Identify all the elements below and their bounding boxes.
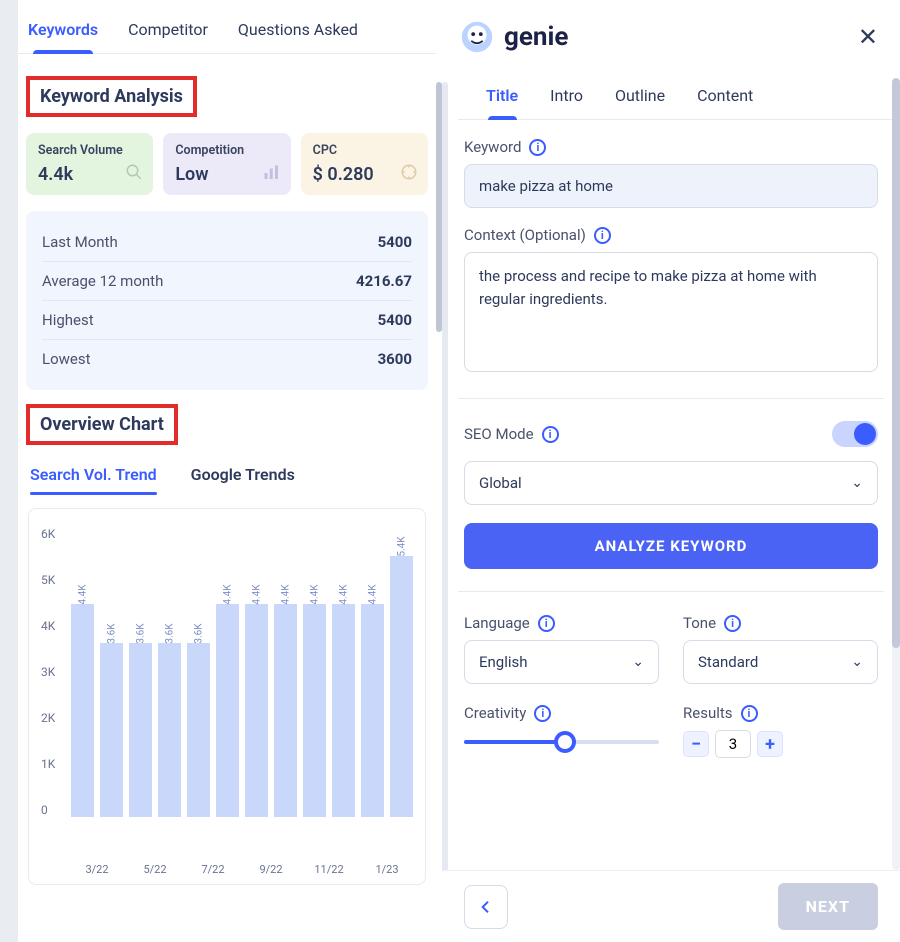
back-button[interactable] [464,885,508,929]
chart-y-axis: 6K5K4K3K2K1K0 [41,527,71,817]
tab-intro[interactable]: Intro [548,80,585,119]
bar-chart-icon [263,165,281,185]
chart-subtabs: Search Vol. Trend Google Trends [26,451,428,494]
stats-panel: Last Month5400 Average 12 month4216.67 H… [26,211,428,390]
info-icon[interactable]: i [741,705,758,722]
chart-x-axis: 3/225/227/229/2211/221/23 [71,863,413,876]
chart-bar: 4.4K [274,604,297,817]
seo-mode-label: SEO Mode i [464,425,559,443]
tab-competitor[interactable]: Competitor [126,14,210,53]
region-select[interactable]: Global ⌄ [464,461,878,505]
search-volume-chart: 6K5K4K3K2K1K0 4.4K3.6K3.6K3.6K3.6K4.4K4.… [28,508,426,885]
stat-row: Average 12 month4216.67 [42,262,412,301]
left-panel: Keywords Competitor Questions Asked Keyw… [18,0,442,942]
tab-outline[interactable]: Outline [613,80,667,119]
divider [458,591,884,592]
left-gutter [0,0,18,942]
divider [458,398,884,399]
tab-questions-asked[interactable]: Questions Asked [236,14,360,53]
chart-bar: 5.4K [390,556,413,817]
analyze-keyword-button[interactable]: ANALYZE KEYWORD [464,523,878,569]
search-icon [125,163,143,185]
keyword-label: Keyword i [464,138,878,156]
stepper-minus-button[interactable]: − [683,731,709,757]
chart-bar: 4.4K [303,604,326,817]
card-competition: Competition Low [163,133,290,195]
right-tabs: Title Intro Outline Content [458,66,900,120]
context-label: Context (Optional) i [464,226,878,244]
creativity-label: Creativity i [464,704,659,722]
chart-bars: 4.4K 3.6K 3.6K 3.6K 3.6K 4.4K 4.4K 4.4K 4.4K 4.4K… [71,527,413,817]
language-select[interactable]: English ⌄ [464,640,659,684]
creativity-slider[interactable] [464,730,659,754]
keyword-analysis-title: Keyword Analysis [40,86,183,107]
info-icon[interactable]: i [529,139,546,156]
chart-bar: 4.4K [332,604,355,817]
tone-select[interactable]: Standard ⌄ [683,640,878,684]
card-cpc: CPC $ 0.280 [301,133,428,195]
wizard-footer: NEXT [442,870,900,942]
right-scrollbar-track [892,78,900,870]
results-input[interactable] [715,730,751,758]
chart-bar: 4.4K [361,604,384,817]
stepper-plus-button[interactable]: + [757,731,783,757]
chart-bar: 3.6K [187,643,210,817]
seo-mode-toggle[interactable] [832,421,878,447]
region-value: Global [479,474,522,492]
card-search-volume-label: Search Volume [38,143,141,158]
overview-chart-title: Overview Chart [40,414,164,435]
chart-bar: 4.4K [71,604,94,817]
chart-bar: 4.4K [216,604,239,817]
info-icon[interactable]: i [724,615,741,632]
next-button[interactable]: NEXT [778,883,878,930]
tab-title[interactable]: Title [484,80,520,119]
info-icon[interactable]: i [538,615,555,632]
right-panel: genie ✕ Title Intro Outline Content Keyw… [442,0,900,942]
results-label: Results i [683,704,878,722]
chart-bar: 3.6K [158,643,181,817]
context-textarea[interactable] [464,252,878,372]
keyword-input[interactable] [464,164,878,208]
chevron-down-icon: ⌄ [632,654,644,670]
info-icon[interactable]: i [542,426,559,443]
card-search-volume: Search Volume 4.4k [26,133,153,195]
info-icon[interactable]: i [534,705,551,722]
card-competition-label: Competition [175,143,278,158]
chart-bar: 3.6K [129,643,152,817]
stat-row: Last Month5400 [42,223,412,262]
left-tabs: Keywords Competitor Questions Asked [18,0,436,54]
right-scrollbar-thumb[interactable] [892,78,900,648]
subtab-search-vol-trend[interactable]: Search Vol. Trend [30,465,157,494]
genie-mascot-icon [458,18,496,56]
stat-row: Lowest3600 [42,340,412,378]
close-icon[interactable]: ✕ [858,23,878,51]
tone-label: Tone i [683,614,878,632]
stat-row: Highest5400 [42,301,412,340]
results-stepper: − + [683,730,878,758]
info-icon[interactable]: i [594,227,611,244]
subtab-google-trends[interactable]: Google Trends [191,465,295,494]
target-icon [400,163,418,185]
highlight-keyword-analysis: Keyword Analysis [26,76,197,117]
chart-bar: 3.6K [100,643,123,817]
brand-logo: genie [458,18,568,56]
language-label: Language i [464,614,659,632]
chevron-down-icon: ⌄ [851,475,863,491]
tab-keywords[interactable]: Keywords [26,14,100,53]
tab-content[interactable]: Content [695,80,755,119]
chevron-down-icon: ⌄ [851,654,863,670]
brand-name: genie [504,22,568,52]
chart-bar: 4.4K [245,604,268,817]
card-cpc-label: CPC [313,143,416,158]
highlight-overview-chart: Overview Chart [26,404,178,445]
